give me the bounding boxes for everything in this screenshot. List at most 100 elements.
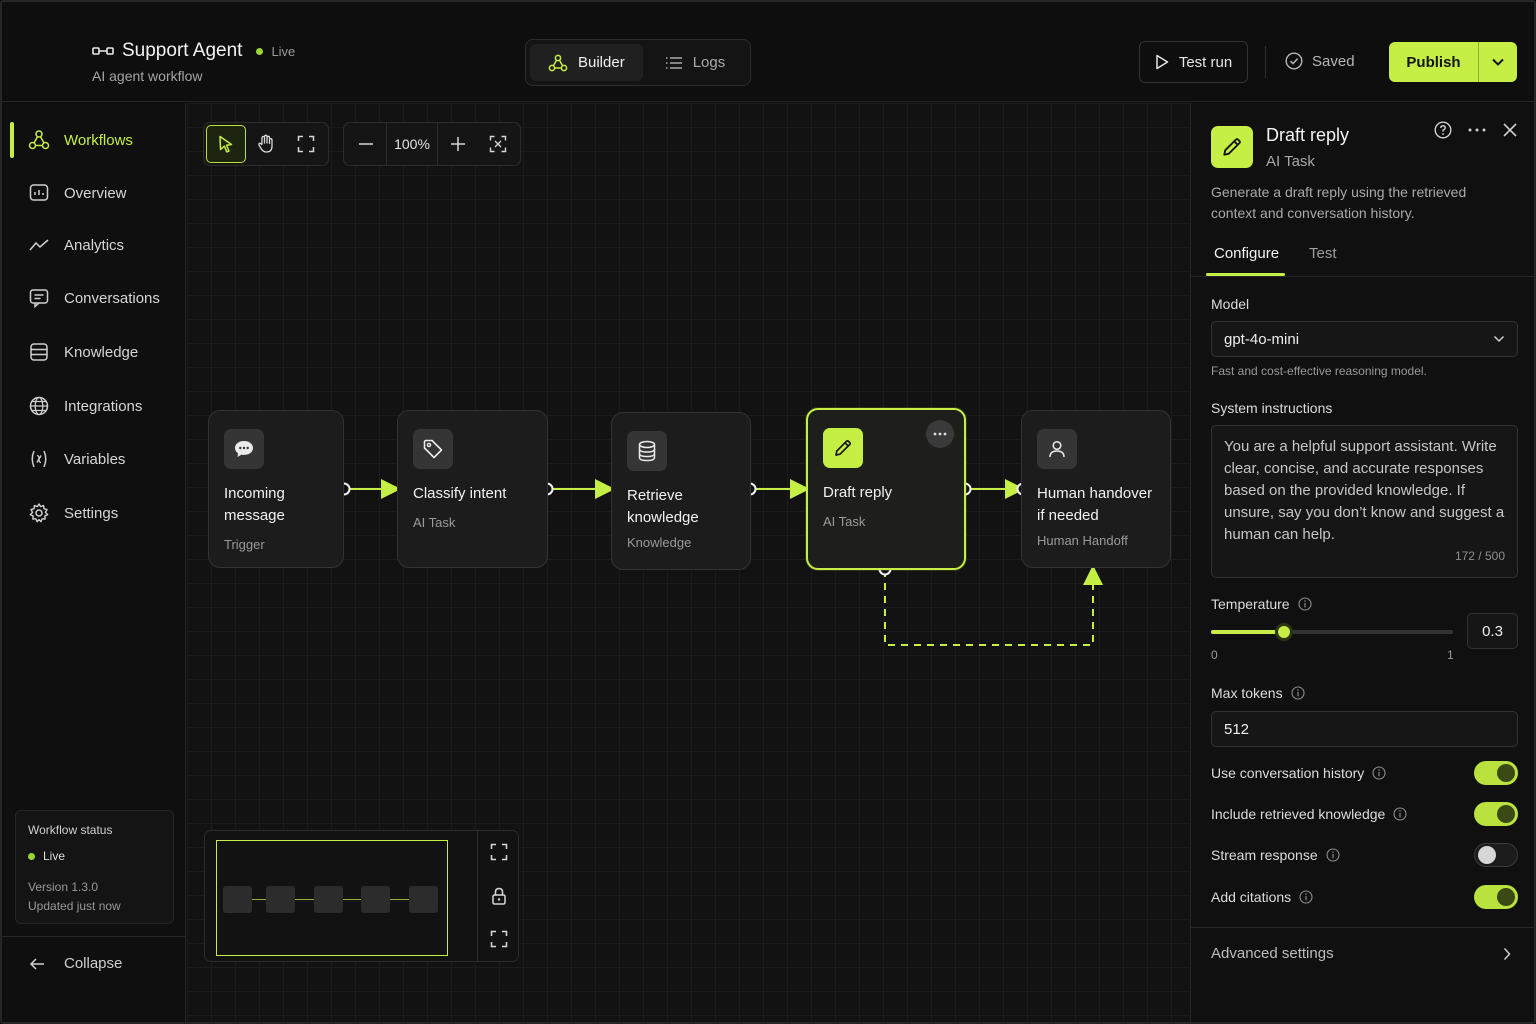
help-icon[interactable] [1434,121,1452,139]
app-subtitle: AI agent workflow [92,68,203,84]
advanced-settings-row[interactable]: Advanced settings [1211,945,1511,962]
check-circle-icon [1285,52,1303,70]
node-icon-box [1037,429,1077,469]
node-more-button[interactable] [926,420,954,448]
temperature-max: 1 [1447,648,1454,662]
sidebar-divider [2,936,185,937]
system-instructions-textarea[interactable]: You are a helpful support assistant. Wri… [1211,425,1518,578]
toggle-knob [1497,888,1515,906]
temperature-slider-thumb[interactable] [1274,623,1293,641]
knowledge-icon [30,343,48,361]
toggle-knob [1497,764,1515,782]
node-incoming-message[interactable]: Incoming message Trigger [208,410,344,568]
minimap-lock-button[interactable] [486,883,512,909]
chevron-down-icon [1492,58,1504,66]
model-select[interactable]: gpt-4o-mini [1211,321,1518,357]
model-select-value: gpt-4o-mini [1224,330,1300,348]
sidebar: Workflows Overview Analytics Conversatio… [2,103,186,1022]
pan-tool-button[interactable] [246,125,286,163]
sidebar-item-label: Knowledge [64,343,139,361]
minus-icon [359,143,373,145]
model-label: Model [1211,296,1250,312]
node-title: Retrieve knowledge [627,487,699,526]
use-conversation-history-toggle[interactable] [1474,761,1518,785]
max-tokens-input[interactable]: 512 [1211,711,1518,747]
chevron-right-icon [1503,947,1511,960]
minimap-viewport[interactable] [216,840,448,956]
zoom-out-button[interactable] [346,125,386,163]
minimap-tools [477,831,519,961]
cursor-icon [219,135,233,153]
sidebar-item-variables[interactable]: Variables [12,439,178,479]
tab-logs[interactable]: Logs [647,44,744,81]
minimap-edge [343,899,361,900]
more-horizontal-icon[interactable] [1468,128,1486,132]
tab-configure[interactable]: Configure [1214,245,1279,262]
status-card-version: Version 1.3.0 [28,880,99,894]
live-status-dot [28,852,35,860]
builder-icon [548,54,568,71]
temperature-slider[interactable] [1211,623,1453,641]
minimap-fullscreen-button[interactable] [486,839,512,865]
node-draft-reply[interactable]: Draft reply AI Task [806,408,966,570]
chat-bubble-icon [235,441,253,457]
sidebar-item-integrations[interactable]: Integrations [12,386,178,426]
zoom-in-button[interactable] [438,125,478,163]
minimap-edge [390,899,409,900]
fit-view-button[interactable] [478,125,518,163]
minimap-fit-button[interactable] [486,926,512,952]
info-icon[interactable] [1298,597,1312,611]
pencil-icon [1223,138,1241,156]
node-human-handover[interactable]: Human handover if needed Human Handoff [1021,410,1171,568]
stream-response-toggle[interactable] [1474,843,1518,867]
toggle-label: Stream response [1211,847,1318,863]
sidebar-item-settings[interactable]: Settings [12,493,178,533]
header-divider [1265,46,1266,78]
publish-button[interactable]: Publish [1389,42,1479,82]
lock-icon [492,887,506,905]
node-classify-intent[interactable]: Classify intent AI Task [397,410,548,568]
info-icon[interactable] [1326,848,1340,862]
node-retrieve-knowledge[interactable]: Retrieve knowledge Knowledge [611,412,751,570]
canvas-minimap[interactable] [204,830,519,962]
status-card-live: Live [28,849,161,863]
temperature-input[interactable]: 0.3 [1467,613,1518,649]
close-icon[interactable] [1502,122,1518,138]
sidebar-item-overview[interactable]: Overview [12,173,178,213]
add-citations-toggle[interactable] [1474,885,1518,909]
frame-tool-button[interactable] [286,125,326,163]
node-type: Trigger [224,537,265,552]
include-retrieved-knowledge-toggle[interactable] [1474,802,1518,826]
sidebar-item-knowledge[interactable]: Knowledge [12,332,178,372]
live-status-label: Live [271,43,296,59]
live-status-dot [256,47,264,55]
agent-logo-icon [92,47,114,55]
collapse-sidebar-button[interactable]: Collapse [28,955,122,972]
publish-options-button[interactable] [1479,42,1517,82]
info-icon[interactable] [1291,686,1305,700]
sidebar-item-conversations[interactable]: Conversations [12,278,178,318]
toggle-row-retrieved-knowledge: Include retrieved knowledge [1211,802,1518,826]
more-horizontal-icon [933,432,947,436]
test-run-button[interactable]: Test run [1139,41,1248,83]
info-icon[interactable] [1372,766,1386,780]
max-tokens-label: Max tokens [1211,685,1283,701]
sidebar-item-label: Integrations [64,397,143,415]
select-tool-button[interactable] [206,125,246,163]
zoom-level[interactable]: 100% [386,123,438,165]
sidebar-item-workflows[interactable]: Workflows [10,120,178,160]
tab-builder-label: Builder [578,54,625,71]
tab-test[interactable]: Test [1309,245,1337,262]
node-type: Human Handoff [1037,533,1128,548]
node-icon-box [627,431,667,471]
app-title-block: Support Agent Live AI agent workflow [92,40,295,84]
info-icon[interactable] [1393,807,1407,821]
temperature-min: 0 [1211,648,1218,662]
tab-builder[interactable]: Builder [530,44,643,81]
sidebar-item-analytics[interactable]: Analytics [12,225,178,265]
info-icon[interactable] [1299,890,1313,904]
panel-tabs: Configure Test [1191,235,1534,277]
toggle-row-add-citations: Add citations [1211,885,1518,909]
top-header: Support Agent Live AI agent workflow Bui… [2,2,1534,102]
workflow-canvas[interactable]: 100% Incoming message Trigger Classify i… [187,103,1190,1022]
